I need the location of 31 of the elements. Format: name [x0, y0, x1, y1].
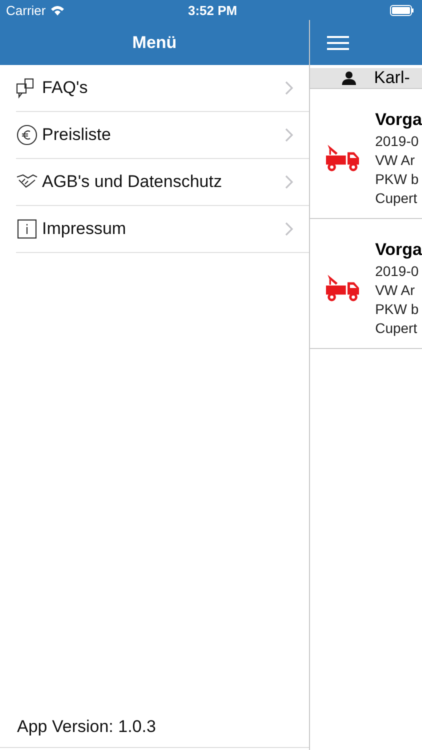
chevron-icon	[285, 128, 293, 142]
case-card[interactable]: Vorga 2019-0 VW Ar PKW b Cupert	[310, 227, 422, 349]
case-card[interactable]: Vorga 2019-0 VW Ar PKW b Cupert	[310, 97, 422, 219]
app-version: App Version: 1.0.3	[17, 717, 156, 737]
case-type: PKW b	[375, 170, 420, 186]
chevron-icon	[285, 175, 293, 189]
case-date: 2019-0	[375, 132, 420, 148]
wifi-icon	[50, 4, 65, 16]
menu-title: Menü	[0, 20, 309, 65]
battery-icon	[390, 4, 414, 16]
clock-time: 3:52 PM	[188, 2, 238, 18]
menu-item[interactable]: Impressum	[16, 206, 309, 253]
carrier-label: Carrier	[6, 2, 46, 18]
info-icon	[16, 218, 38, 240]
case-title: Vorga	[375, 240, 422, 260]
case-vehicle: VW Ar	[375, 282, 416, 298]
euro-icon	[16, 124, 38, 146]
case-title: Vorga	[375, 110, 422, 130]
case-place: Cupert	[375, 320, 418, 336]
menu-icon[interactable]	[327, 34, 349, 50]
case-vehicle: VW Ar	[375, 152, 416, 168]
chevron-icon	[285, 81, 293, 95]
menu-item[interactable]: FAQ's	[16, 65, 309, 112]
case-type: PKW b	[375, 300, 420, 316]
person-icon	[342, 71, 356, 85]
user-name: Karl-	[374, 68, 410, 88]
chevron-icon	[285, 222, 293, 236]
case-date: 2019-0	[375, 262, 420, 278]
menu-item[interactable]: AGB's und Datenschutz	[16, 159, 309, 206]
menu-item[interactable]: Preisliste	[16, 112, 309, 159]
case-place: Cupert	[375, 190, 418, 206]
